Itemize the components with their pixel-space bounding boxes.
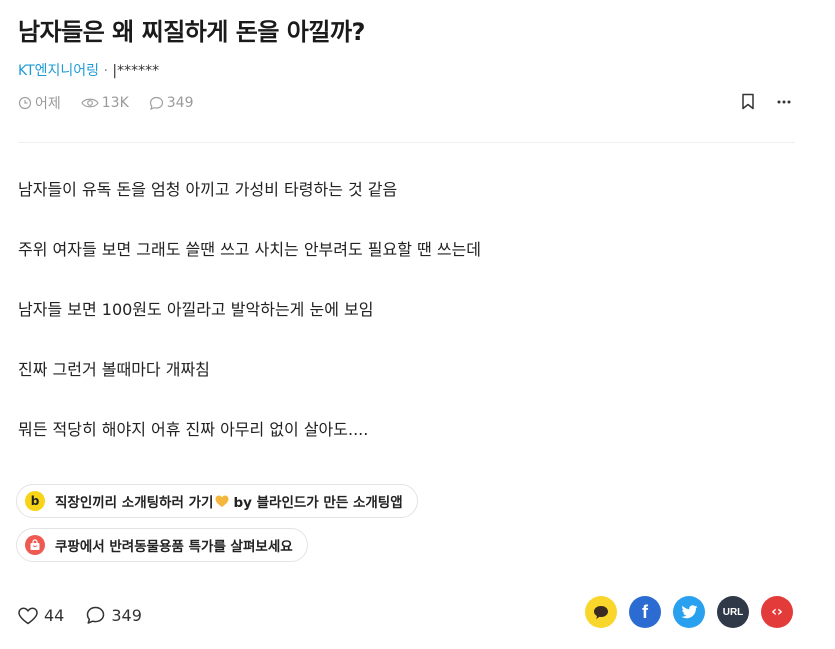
url-share-button[interactable]: URL	[717, 596, 749, 628]
promo-text-before: 직장인끼리 소개팅하러 가기	[55, 495, 214, 511]
content-line: 남자들 보면 100원도 아낄라고 발악하는게 눈에 보임	[18, 300, 374, 319]
like-button[interactable]: 44	[18, 606, 64, 625]
heart-emoji-icon	[215, 495, 229, 507]
content-line: 남자들이 유독 돈을 엄청 아끼고 가성비 타령하는 것 같음	[18, 180, 398, 199]
author-nickname: |******	[112, 63, 160, 79]
url-label: URL	[722, 606, 744, 618]
share-buttons: f URL ‹›	[585, 596, 793, 628]
author-line: KT엔지니어링 · |******	[18, 60, 159, 80]
b-icon: b	[25, 491, 45, 511]
post-comments-text: 349	[166, 95, 194, 111]
comment-icon	[149, 96, 163, 110]
comment-icon	[87, 606, 105, 624]
content-line: 진짜 그런거 볼때마다 개짜침	[18, 360, 210, 379]
code-embed-icon: ‹›	[771, 604, 783, 620]
more-options-icon[interactable]	[777, 100, 791, 104]
heart-icon	[18, 606, 38, 624]
author-separator: ·	[99, 63, 113, 79]
twitter-bird-icon	[681, 605, 697, 619]
post-time: 어제	[18, 93, 61, 113]
comment-button[interactable]: 349	[86, 606, 142, 625]
post-views-text: 13K	[101, 95, 129, 111]
coupang-bag-icon	[25, 535, 45, 555]
embed-share-button[interactable]: ‹›	[761, 596, 793, 628]
facebook-share-button[interactable]: f	[629, 596, 661, 628]
promo-text-after: by 블라인드가 만든 소개팅앱	[233, 495, 403, 511]
promo-text: 쿠팡에서 반려동물용품 특가를 살펴보세요	[55, 539, 293, 555]
post-comments: 349	[149, 95, 194, 111]
kakao-talk-icon	[594, 605, 608, 619]
like-count: 44	[44, 606, 65, 625]
comment-count: 349	[111, 606, 142, 625]
promo-blind-dating[interactable]: b 직장인끼리 소개팅하러 가기 by 블라인드가 만든 소개팅앱	[16, 484, 418, 518]
content-line: 주위 여자들 보면 그래도 쓸땐 쓰고 사치는 안부려도 필요할 땐 쓰는데	[18, 240, 482, 259]
facebook-icon: f	[642, 601, 648, 622]
post-actions	[741, 93, 791, 110]
kakao-share-button[interactable]	[585, 596, 617, 628]
promo-coupang[interactable]: 쿠팡에서 반려동물용품 특가를 살펴보세요	[16, 528, 308, 562]
content-line: 뭐든 적당히 해야지 어휴 진짜 아무리 없이 살아도....	[18, 420, 369, 439]
post-title: 남자들은 왜 찌질하게 돈을 아낄까?	[18, 18, 365, 46]
post-time-text: 어제	[35, 96, 61, 112]
post-content: 남자들이 유독 돈을 엄청 아끼고 가성비 타령하는 것 같음 주위 여자들 보…	[18, 178, 481, 478]
author-company[interactable]: KT엔지니어링	[18, 63, 99, 79]
clock-icon	[18, 96, 32, 110]
twitter-share-button[interactable]	[673, 596, 705, 628]
eye-icon	[81, 98, 99, 108]
post-meta: 어제 13K 349	[18, 93, 214, 113]
bookmark-icon[interactable]	[741, 93, 755, 110]
header-divider	[18, 142, 795, 143]
post-footer-stats: 44 349	[18, 606, 164, 625]
post-views: 13K	[81, 95, 129, 111]
